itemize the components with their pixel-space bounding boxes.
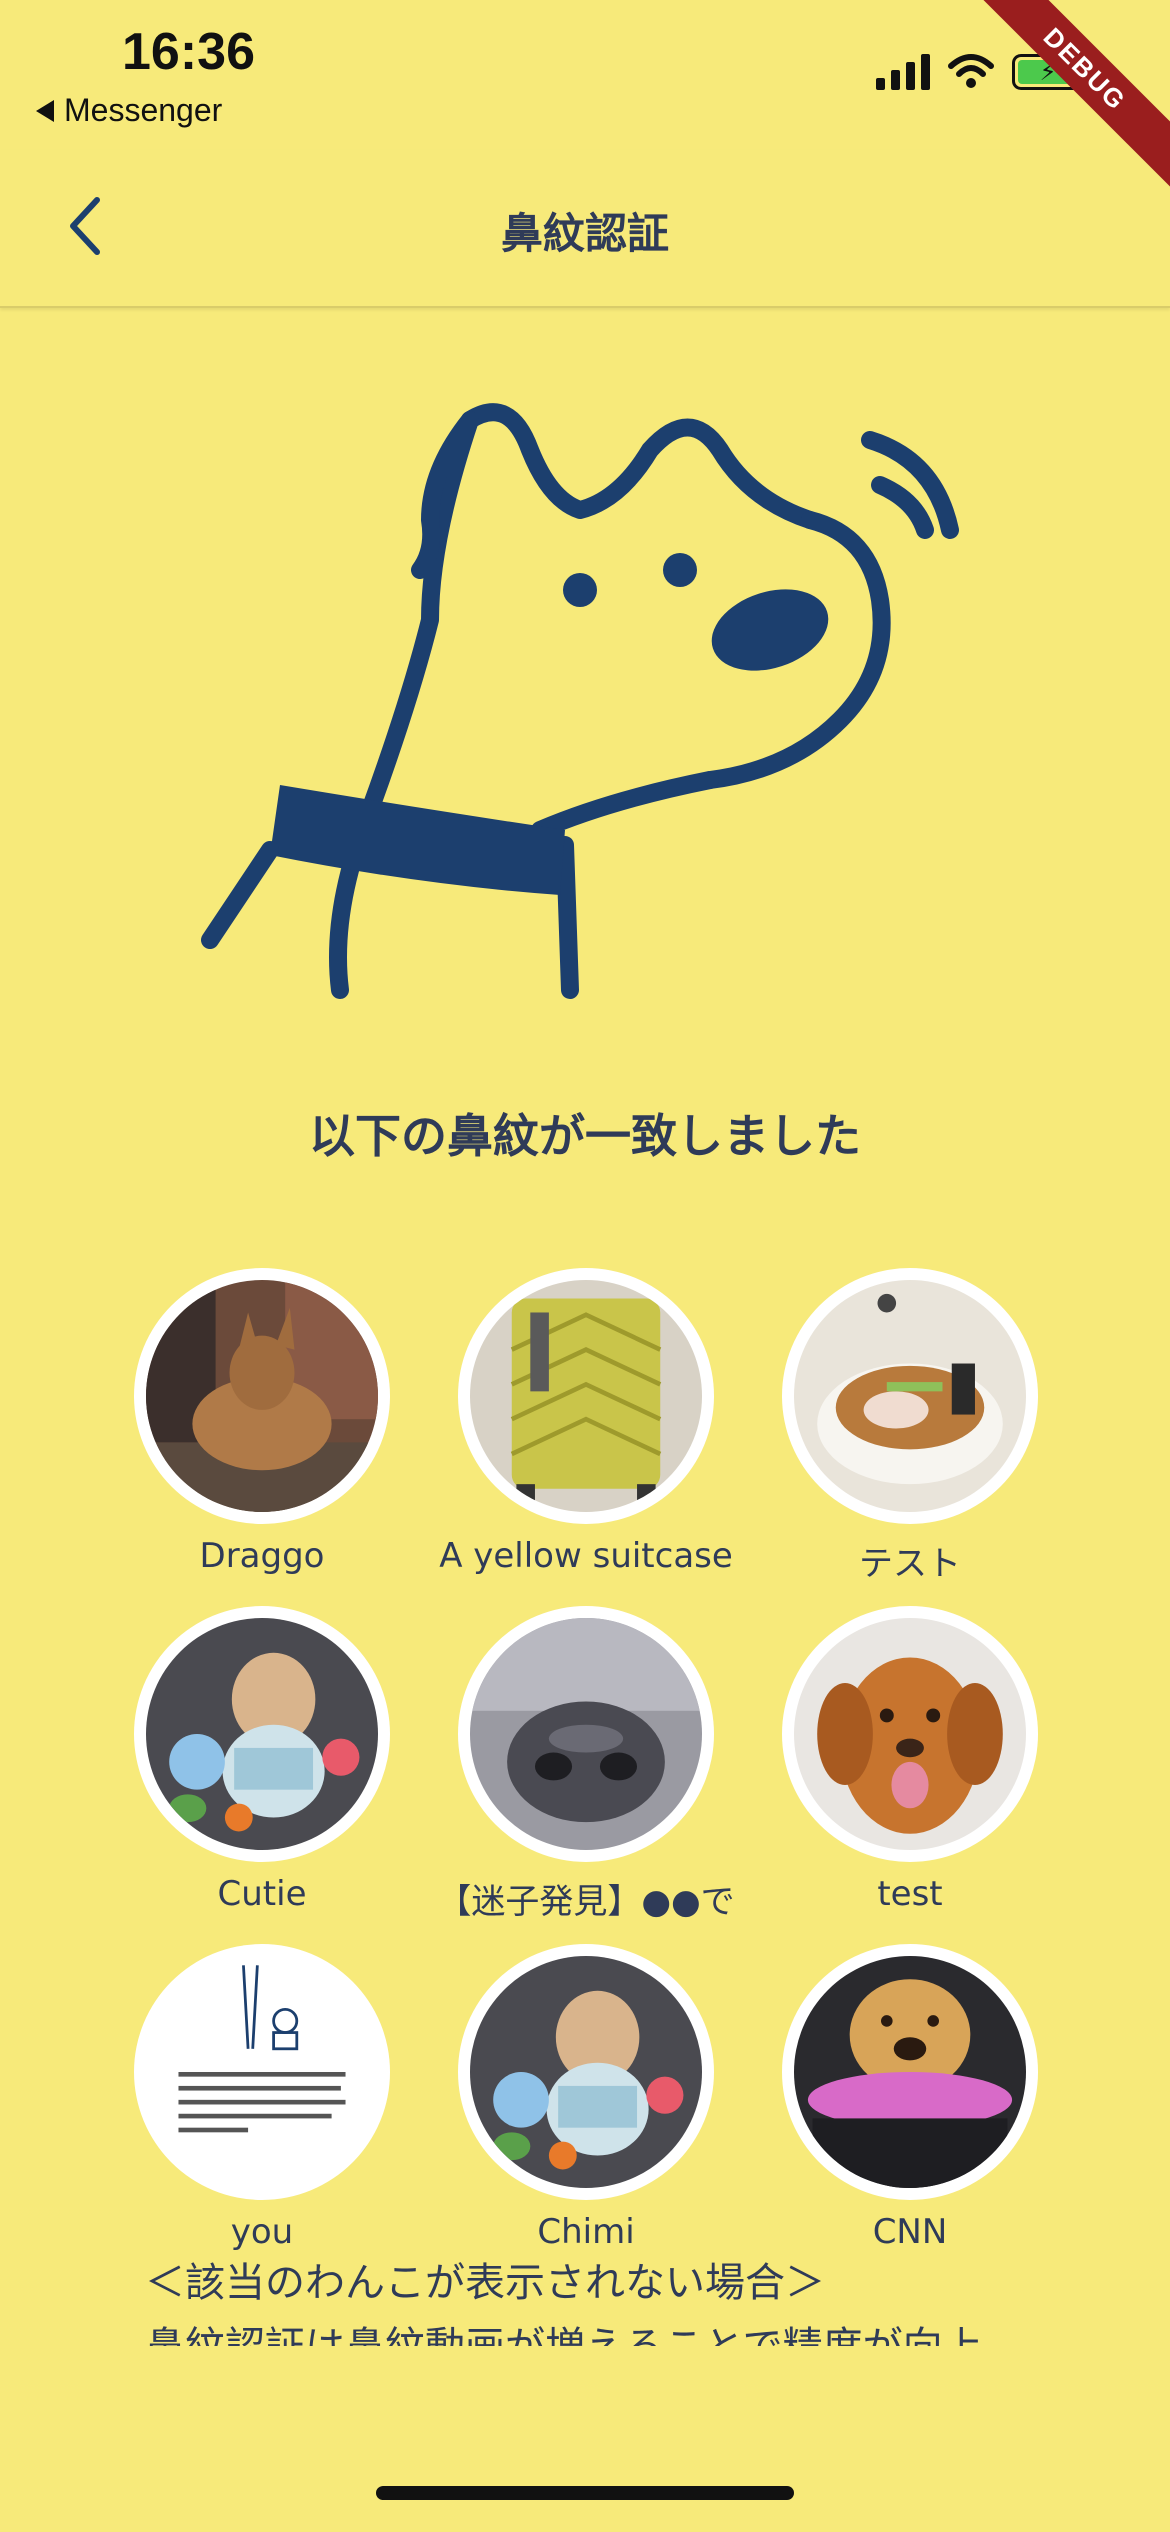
pet-avatar[interactable]: [134, 1268, 390, 1524]
pet-name: Cutie: [217, 1874, 307, 1914]
noseid-flyer-image: [146, 1956, 378, 2188]
pet-avatar[interactable]: [134, 1606, 390, 1862]
back-to-app-link[interactable]: Messenger: [36, 92, 222, 129]
pet-name: test: [877, 1874, 943, 1914]
home-indicator[interactable]: [376, 2486, 794, 2500]
signal-icon: [876, 52, 930, 90]
page-title: 鼻紋認証: [500, 209, 669, 258]
dog-sniffing-illustration: [201, 403, 959, 999]
match-item[interactable]: Draggo: [100, 1268, 424, 1578]
match-item[interactable]: Chimi: [424, 1944, 748, 2254]
nav-bar: 鼻紋認証: [0, 150, 1170, 308]
back-triangle-icon: [36, 99, 54, 122]
pet-name: A yellow suitcase: [439, 1536, 733, 1576]
pet-name: you: [230, 2212, 294, 2252]
pet-name: テスト: [859, 1544, 961, 1584]
pet-avatar[interactable]: [134, 1944, 390, 2200]
pet-avatar[interactable]: [782, 1944, 1038, 2200]
back-app-label: Messenger: [64, 92, 223, 128]
pet-name: 【迷子発見】●●で: [437, 1882, 735, 1922]
match-item[interactable]: test: [748, 1606, 1072, 1916]
match-item[interactable]: A yellow suitcase: [424, 1268, 748, 1578]
pet-avatar[interactable]: [458, 1944, 714, 2200]
notice-heading: ＜該当のわんこが表示されない場合＞: [145, 2260, 825, 2306]
pet-avatar[interactable]: [458, 1268, 714, 1524]
poodle-with-toys-photo: [470, 1956, 702, 2188]
pet-name: Chimi: [537, 2212, 635, 2252]
status-time: 16:36: [122, 23, 255, 81]
match-item[interactable]: you: [100, 1944, 424, 2254]
matched-pets-grid: Draggo A yellow suitcase テスト Cutie 【迷子発見…: [100, 1268, 1070, 2254]
status-bar: 16:36 Messenger ⚡: [0, 0, 1170, 150]
match-item[interactable]: Cutie: [100, 1606, 424, 1916]
pet-name: CNN: [872, 2212, 948, 2252]
pet-avatar[interactable]: [458, 1606, 714, 1862]
dog-nose-closeup-photo: [470, 1618, 702, 1850]
puppy-in-scarf-photo: [794, 1956, 1026, 2188]
pet-avatar[interactable]: [782, 1268, 1038, 1524]
ramen-bowl-photo: [794, 1280, 1026, 1512]
poodle-with-toys-photo: [146, 1618, 378, 1850]
pet-name: Draggo: [199, 1536, 325, 1576]
match-item[interactable]: 【迷子発見】●●で: [424, 1606, 748, 1922]
wifi-icon: [948, 54, 994, 88]
match-item[interactable]: テスト: [748, 1268, 1072, 1584]
golden-retriever-photo: [794, 1618, 1026, 1850]
match-item[interactable]: CNN: [748, 1944, 1072, 2254]
match-result-title: 以下の鼻紋が一致しました: [309, 1109, 861, 1163]
notice-body: 鼻紋認証は鼻紋動画が増えることで精度が向上: [145, 2318, 1025, 2346]
brown-dog-photo: [146, 1280, 378, 1512]
yellow-suitcase-photo: [470, 1280, 702, 1512]
pet-avatar[interactable]: [782, 1606, 1038, 1862]
